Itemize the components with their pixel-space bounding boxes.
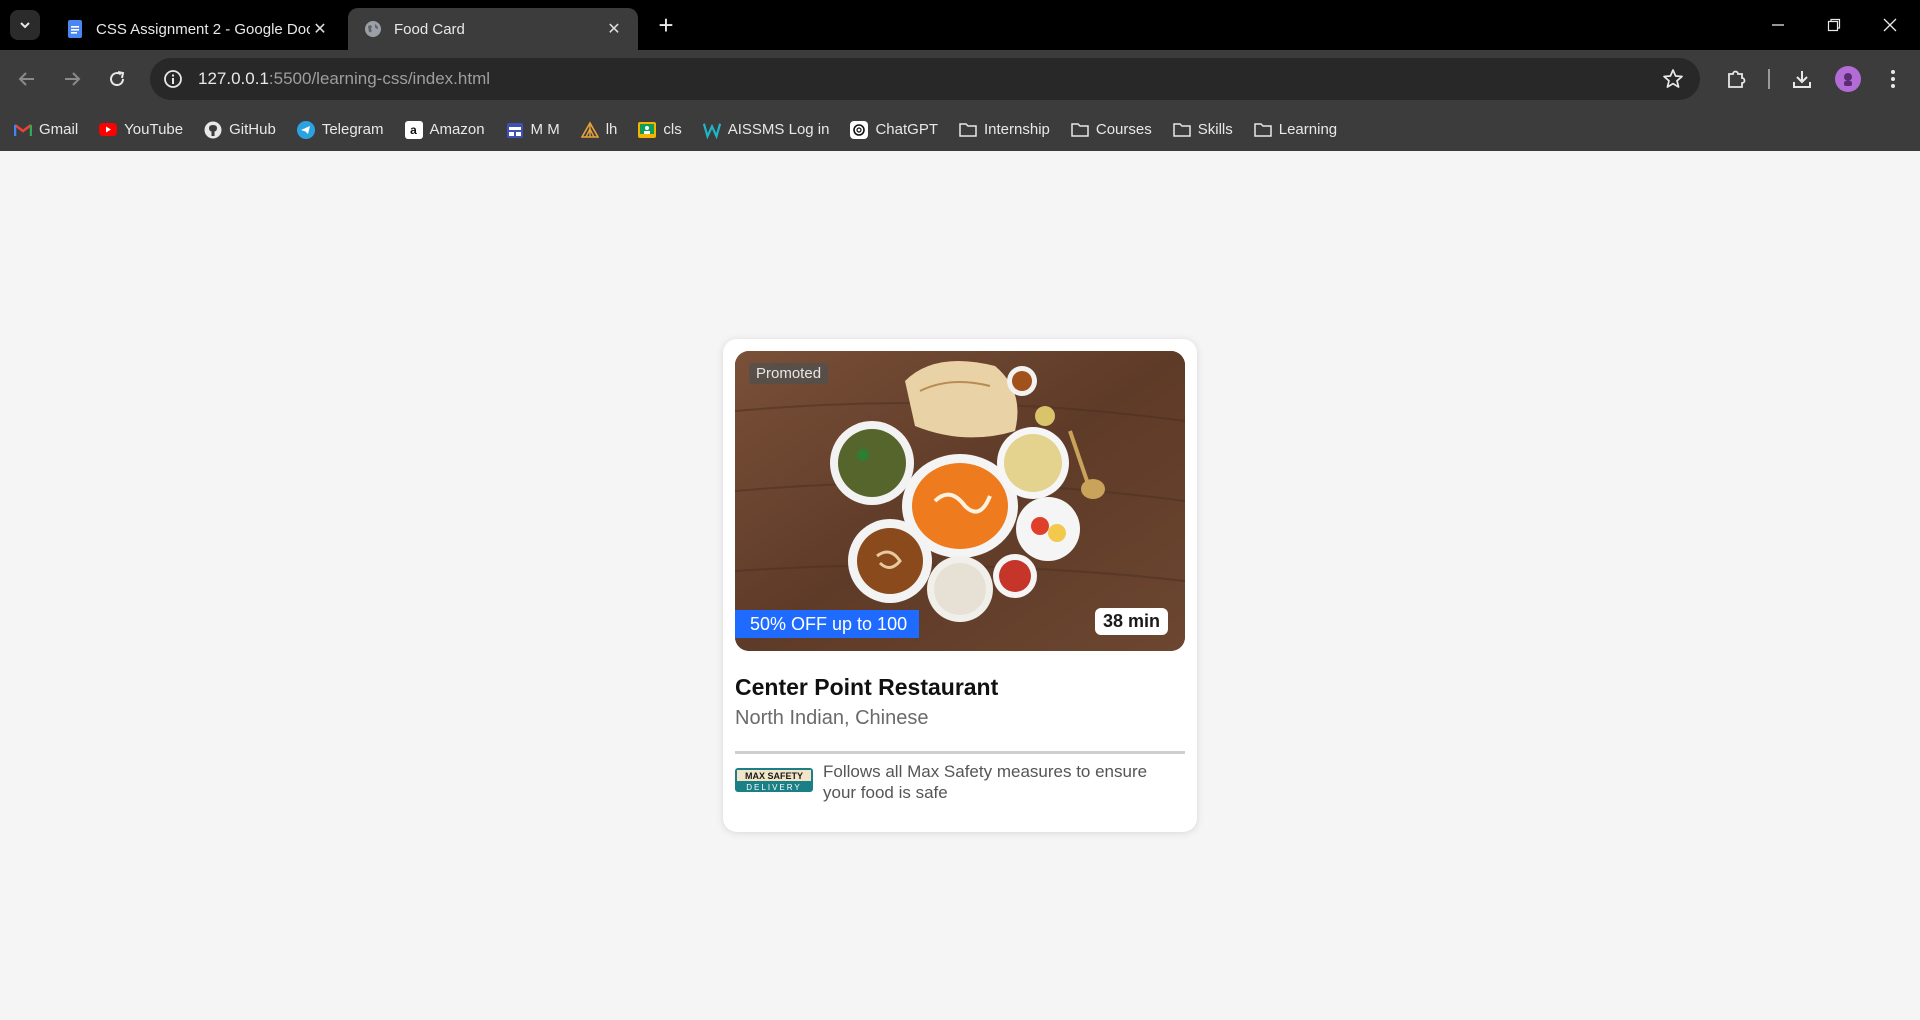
folder-icon xyxy=(1172,121,1191,139)
kebab-menu-icon xyxy=(1891,70,1895,88)
close-tab-icon[interactable]: ✕ xyxy=(604,19,624,39)
bookmark-amazon[interactable]: a Amazon xyxy=(404,115,493,145)
tent-icon xyxy=(580,120,599,139)
tab-search-button[interactable] xyxy=(10,10,40,40)
classroom-icon xyxy=(638,121,657,139)
restore-icon xyxy=(1827,18,1841,32)
site-info-icon[interactable] xyxy=(162,68,184,90)
bookmark-mm[interactable]: M M xyxy=(506,115,568,145)
delivery-time-badge: 38 min xyxy=(1094,608,1168,635)
bookmark-lh[interactable]: lh xyxy=(580,115,626,145)
restore-button[interactable] xyxy=(1806,0,1862,50)
bookmark-label: Telegram xyxy=(321,121,384,138)
bookmark-label: GitHub xyxy=(229,121,276,138)
menu-button[interactable] xyxy=(1877,63,1909,95)
bookmark-folder-internship[interactable]: Internship xyxy=(959,115,1058,145)
url-path: :5500/learning-css/index.html xyxy=(268,69,491,88)
tab-title: Food Card xyxy=(394,20,465,38)
bookmark-label: ChatGPT xyxy=(875,121,938,138)
avatar-icon xyxy=(1844,73,1852,86)
bookmark-cls[interactable]: cls xyxy=(638,115,689,145)
bookmark-label: Internship xyxy=(984,121,1050,138)
telegram-icon xyxy=(296,120,315,139)
amazon-icon: a xyxy=(404,120,423,139)
toolbar-separator xyxy=(1768,69,1770,89)
extensions-button[interactable] xyxy=(1720,63,1752,95)
page-viewport: Promoted 50% OFF up to 100 38 min Center… xyxy=(0,151,1920,1020)
new-tab-button[interactable]: + xyxy=(652,12,680,40)
tab-title: CSS Assignment 2 - Google Docs xyxy=(96,20,310,38)
bookmark-label: lh xyxy=(605,121,618,138)
reload-button[interactable] xyxy=(101,63,133,95)
minimize-icon xyxy=(1772,24,1784,26)
bookmark-label: Gmail xyxy=(39,121,79,138)
safety-badge-top: MAX SAFETY xyxy=(745,771,803,781)
bookmark-label: Courses xyxy=(1095,121,1152,138)
chatgpt-icon xyxy=(850,120,869,139)
bookmark-chatgpt[interactable]: ChatGPT xyxy=(850,115,946,145)
cuisine-text: North Indian, Chinese xyxy=(735,707,929,729)
bookmark-aissms[interactable]: AISSMS Log in xyxy=(702,115,838,145)
bookmark-telegram[interactable]: Telegram xyxy=(296,115,392,145)
puzzle-icon xyxy=(1728,70,1746,88)
calendar-icon xyxy=(506,121,524,139)
food-platter-illustration xyxy=(735,351,1185,651)
bookmark-folder-skills[interactable]: Skills xyxy=(1172,115,1241,145)
card-divider xyxy=(735,751,1185,754)
close-tab-icon[interactable]: ✕ xyxy=(310,19,330,39)
download-icon xyxy=(1793,71,1811,88)
promoted-badge: Promoted xyxy=(749,363,829,384)
downloads-button[interactable] xyxy=(1786,63,1818,95)
bookmarks-bar: Gmail YouTube GitHub Telegram a Amazon M… xyxy=(0,108,1920,151)
tab-food-card[interactable]: Food Card ✕ xyxy=(348,8,638,50)
bookmark-label: Amazon xyxy=(429,121,485,138)
forward-button[interactable] xyxy=(56,63,88,95)
bookmark-star-icon[interactable] xyxy=(1662,68,1684,90)
w-logo-icon xyxy=(702,121,721,139)
bookmark-label: M M xyxy=(530,121,560,138)
bookmark-label: Skills xyxy=(1197,121,1233,138)
url-text: 127.0.0.1:5500/learning-css/index.html xyxy=(198,69,490,89)
reload-icon xyxy=(110,71,125,87)
safety-badge-bottom: DELIVERY xyxy=(746,783,801,792)
offer-badge: 50% OFF up to 100 xyxy=(735,610,919,638)
safety-description: Follows all Max Safety measures to ensur… xyxy=(823,762,1148,802)
bookmark-gmail[interactable]: Gmail xyxy=(14,115,86,145)
youtube-icon xyxy=(99,121,118,139)
globe-icon xyxy=(364,20,382,38)
bookmark-label: AISSMS Log in xyxy=(727,121,830,138)
gmail-icon xyxy=(14,121,32,139)
bookmark-label: YouTube xyxy=(124,121,184,138)
bookmark-youtube[interactable]: YouTube xyxy=(99,115,191,145)
close-icon xyxy=(1883,18,1897,32)
folder-icon xyxy=(1254,121,1272,139)
bookmark-label: Learning xyxy=(1278,121,1338,138)
close-window-button[interactable] xyxy=(1862,0,1918,50)
bookmark-label: cls xyxy=(663,121,682,138)
food-image: Promoted 50% OFF up to 100 38 min xyxy=(735,351,1185,651)
url-host: 127.0.0.1 xyxy=(198,69,269,88)
bookmark-folder-learning[interactable]: Learning xyxy=(1254,115,1345,145)
browser-toolbar: 127.0.0.1:5500/learning-css/index.html xyxy=(0,50,1920,108)
arrow-left-icon xyxy=(18,72,34,86)
back-button[interactable] xyxy=(11,63,43,95)
folder-icon xyxy=(1071,121,1089,139)
max-safety-logo: MAX SAFETY DELIVERY xyxy=(735,768,813,792)
tab-strip: CSS Assignment 2 - Google Docs ✕ Food Ca… xyxy=(0,0,1920,50)
food-card[interactable]: Promoted 50% OFF up to 100 38 min Center… xyxy=(723,339,1197,832)
restaurant-name: Center Point Restaurant xyxy=(735,674,999,700)
chevron-down-icon xyxy=(20,22,30,29)
profile-avatar[interactable] xyxy=(1835,66,1861,92)
folder-icon xyxy=(959,121,977,139)
address-bar[interactable]: 127.0.0.1:5500/learning-css/index.html xyxy=(150,58,1700,100)
minimize-button[interactable] xyxy=(1750,0,1806,50)
tab-css-assignment[interactable]: CSS Assignment 2 - Google Docs ✕ xyxy=(50,8,344,50)
google-docs-icon xyxy=(66,20,84,38)
github-icon xyxy=(204,121,222,139)
bookmark-github[interactable]: GitHub xyxy=(204,115,284,145)
arrow-right-icon xyxy=(65,72,81,86)
bookmark-folder-courses[interactable]: Courses xyxy=(1071,115,1160,145)
